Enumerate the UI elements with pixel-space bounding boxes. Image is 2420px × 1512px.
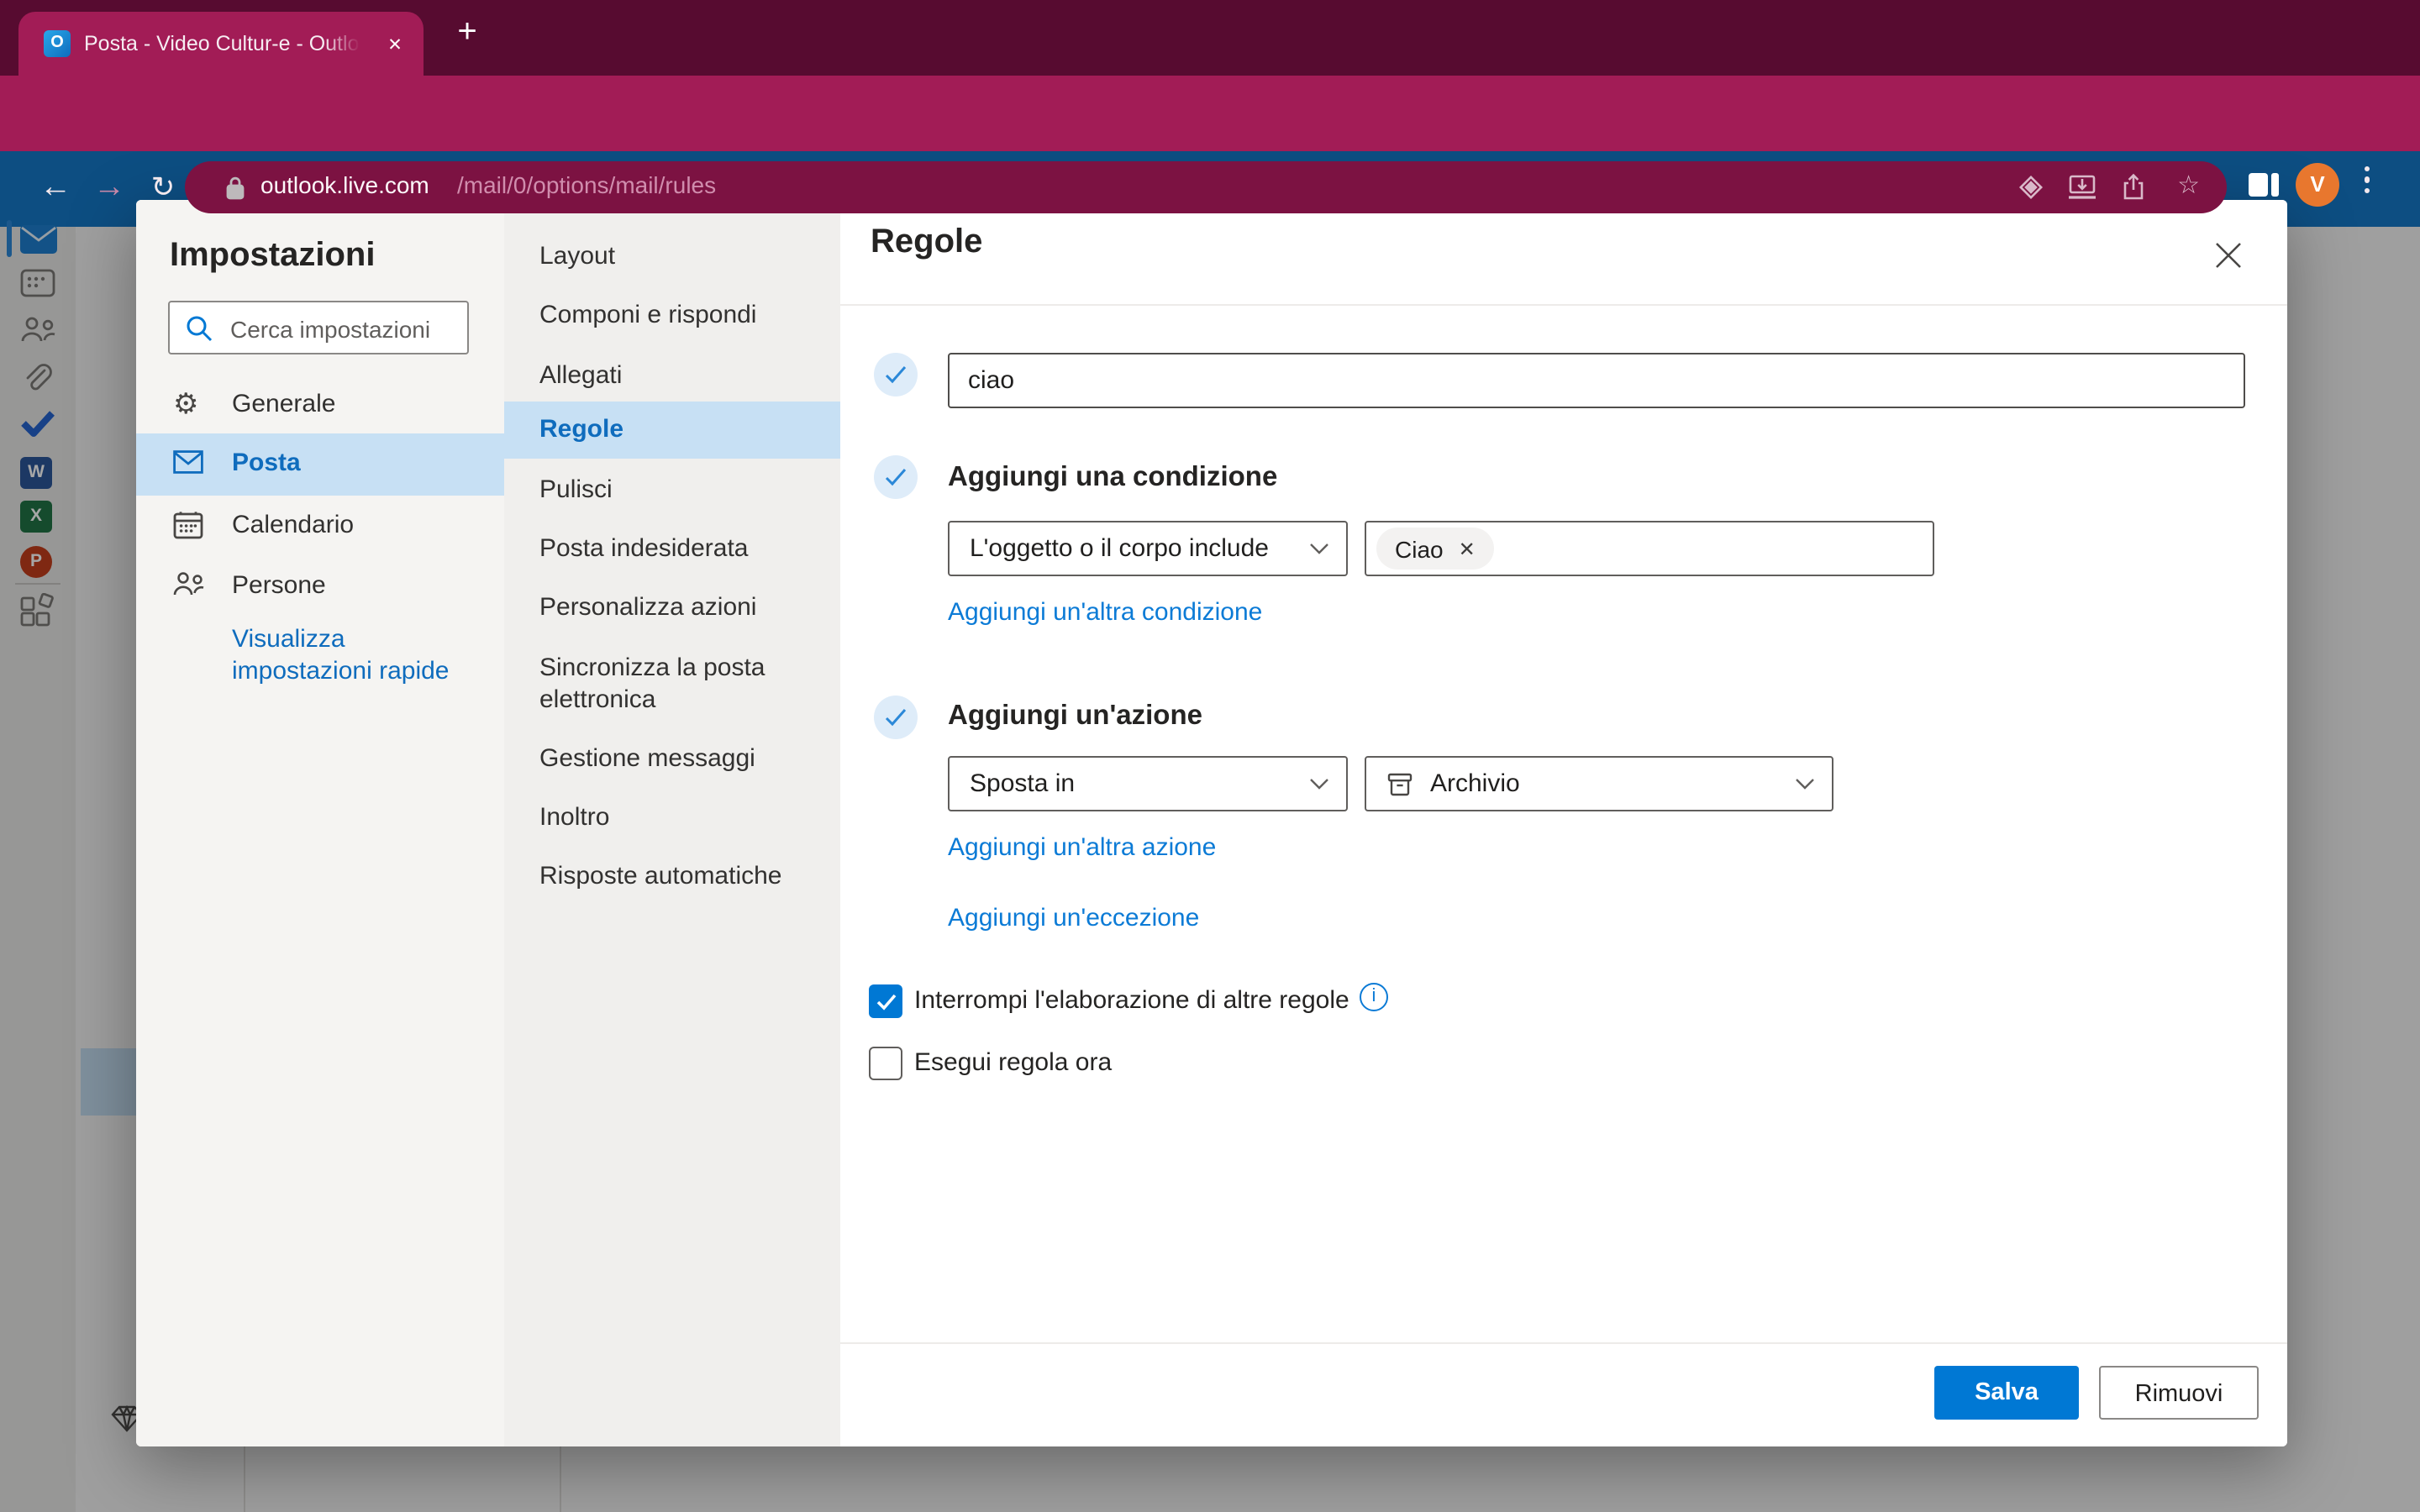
condition-value-box[interactable]: Ciao ✕ <box>1365 521 1934 576</box>
url-bar[interactable]: outlook.live.com /mail/0/options/mail/ru… <box>185 161 2227 213</box>
section-regole[interactable]: Regole <box>504 402 840 459</box>
condition-check-icon <box>874 455 918 499</box>
mail-icon <box>173 450 203 480</box>
category-label: Posta <box>232 447 301 480</box>
archive-icon <box>1386 770 1413 797</box>
browser-menu-icon[interactable] <box>2365 166 2370 193</box>
settings-section-pane: Layout Componi e rispondi Allegati Regol… <box>504 200 840 1446</box>
action-folder-select[interactable]: Archivio <box>1365 756 1833 811</box>
chevron-down-icon <box>1309 778 1329 790</box>
section-personalizza-azioni[interactable]: Personalizza azioni <box>504 578 840 638</box>
rule-name-check-icon <box>874 353 918 396</box>
condition-select-value: L'oggetto o il corpo include <box>970 534 1309 563</box>
run-now-label: Esegui regola ora <box>914 1047 1112 1080</box>
chevron-down-icon <box>1309 543 1329 554</box>
forward-icon[interactable]: → <box>87 163 131 215</box>
condition-chip[interactable]: Ciao ✕ <box>1376 528 1494 570</box>
settings-category-persone[interactable]: Persone <box>136 556 504 617</box>
back-icon[interactable]: ← <box>34 163 77 215</box>
people-icon <box>173 571 203 601</box>
reload-icon[interactable]: ↻ <box>141 163 185 215</box>
action-heading: Aggiungi un'azione <box>948 701 1202 732</box>
search-icon <box>185 314 213 343</box>
category-label: Calendario <box>232 509 354 543</box>
browser-tab[interactable]: O Posta - Video Cultur-e - Outloo ✕ <box>18 12 424 76</box>
new-tab-button[interactable]: + <box>447 13 487 54</box>
category-label: Generale <box>232 388 335 422</box>
settings-category-calendario[interactable]: Calendario <box>136 496 504 556</box>
settings-category-generale[interactable]: ⚙ Generale <box>136 375 504 435</box>
section-risposte-automatiche[interactable]: Risposte automatiche <box>504 847 840 907</box>
browser-profile-avatar[interactable]: V <box>2296 163 2339 207</box>
add-condition-link[interactable]: Aggiungi un'altra condizione <box>948 598 1262 627</box>
settings-search-box[interactable] <box>168 301 469 354</box>
lock-icon <box>224 175 247 202</box>
remove-button[interactable]: Rimuovi <box>2099 1366 2259 1420</box>
settings-category-posta[interactable]: Posta <box>136 433 504 496</box>
section-componi[interactable]: Componi e rispondi <box>504 286 840 346</box>
stop-processing-label: Interrompi l'elaborazione di altre regol… <box>914 984 1349 1018</box>
gear-icon: ⚙ <box>173 390 203 420</box>
rules-panel: Regole Aggiungi una condizione L'oggetto… <box>840 200 2287 1446</box>
condition-select[interactable]: L'oggetto o il corpo include <box>948 521 1348 576</box>
side-panel-icon[interactable] <box>2249 173 2279 198</box>
browser-tabstrip: O Posta - Video Cultur-e - Outloo ✕ + <box>0 0 2420 76</box>
section-allegati[interactable]: Allegati <box>504 346 840 407</box>
settings-search-input[interactable] <box>227 304 466 354</box>
url-path: /mail/0/options/mail/rules <box>457 171 716 198</box>
info-icon[interactable]: i <box>1360 983 1388 1011</box>
section-pulisci[interactable]: Pulisci <box>504 460 840 521</box>
tab-close-icon[interactable]: ✕ <box>381 32 408 59</box>
section-sincronizza[interactable]: Sincronizza la posta elettronica <box>504 647 832 721</box>
rules-title: Regole <box>871 223 982 262</box>
browser-toolbar: ← → ↻ outlook.live.com /mail/0/options/m… <box>0 76 2420 151</box>
close-icon[interactable] <box>2210 237 2247 274</box>
section-gestione-messaggi[interactable]: Gestione messaggi <box>504 729 840 790</box>
extension-diamond-icon[interactable] <box>2017 173 2045 202</box>
chip-remove-icon[interactable]: ✕ <box>1459 537 1476 560</box>
section-layout[interactable]: Layout <box>504 227 840 287</box>
save-button[interactable]: Salva <box>1934 1366 2079 1420</box>
settings-nav-pane: Impostazioni ⚙ Generale Posta <box>136 200 504 1446</box>
action-select-value: Sposta in <box>970 769 1309 798</box>
category-label: Persone <box>232 570 326 603</box>
add-action-link[interactable]: Aggiungi un'altra azione <box>948 833 1216 862</box>
action-select[interactable]: Sposta in <box>948 756 1348 811</box>
bookmark-star-icon[interactable]: ☆ <box>2177 170 2200 200</box>
condition-heading: Aggiungi una condizione <box>948 462 1277 494</box>
quick-settings-link[interactable]: Visualizza impostazioni rapide <box>232 623 467 687</box>
stop-processing-checkbox[interactable] <box>869 984 902 1018</box>
rule-name-input[interactable] <box>948 353 2245 408</box>
tab-title-fade <box>323 25 366 66</box>
action-folder-value: Archivio <box>1430 769 1795 798</box>
section-inoltro[interactable]: Inoltro <box>504 788 840 848</box>
settings-dialog: Impostazioni ⚙ Generale Posta <box>136 200 2287 1446</box>
footer-divider <box>840 1342 2287 1344</box>
url-host: outlook.live.com <box>260 171 429 198</box>
outlook-favicon-icon: O <box>44 30 71 57</box>
settings-title: Impostazioni <box>170 237 375 276</box>
chevron-down-icon <box>1795 778 1815 790</box>
header-divider <box>840 304 2287 306</box>
chip-label: Ciao <box>1395 535 1444 562</box>
add-exception-link[interactable]: Aggiungi un'eccezione <box>948 904 1199 932</box>
share-icon[interactable] <box>2119 173 2148 202</box>
run-now-checkbox[interactable] <box>869 1047 902 1080</box>
install-download-icon[interactable] <box>2067 173 2097 202</box>
calendar-icon <box>173 511 203 541</box>
action-check-icon <box>874 696 918 739</box>
screen: O Posta - Video Cultur-e - Outloo ✕ + ← … <box>0 0 2420 1512</box>
section-posta-indesiderata[interactable]: Posta indesiderata <box>504 519 840 580</box>
